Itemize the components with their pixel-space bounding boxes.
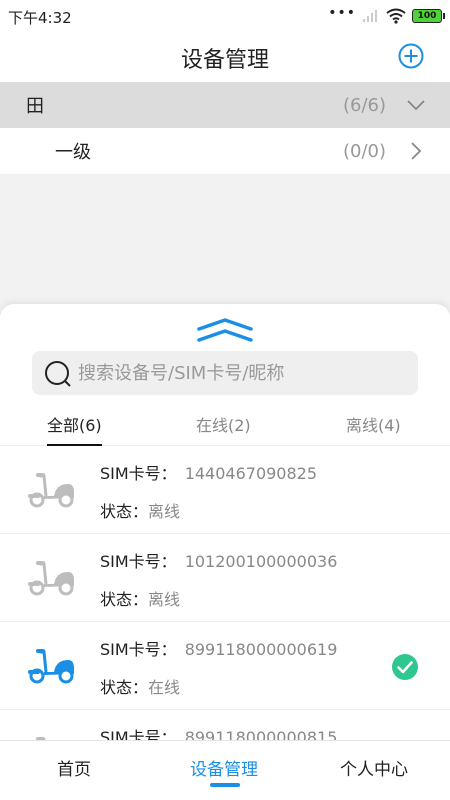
nav-home[interactable]: 首页 (57, 755, 91, 780)
status-bar: 下午4:32 ••• 100 (0, 0, 450, 32)
status-icons: ••• 100 (328, 5, 445, 26)
group-name: 一级 (55, 142, 91, 163)
sim-number: 1440467090825 (184, 464, 318, 483)
tab-offline[interactable]: 离线(4) (346, 412, 401, 446)
search-box[interactable] (32, 351, 418, 395)
empty-area (0, 174, 450, 304)
nav-device-management[interactable]: 设备管理 (190, 755, 258, 780)
tab-label: 全部(6) (47, 416, 102, 435)
filter-tabs: 全部(6) 在线(2) 离线(4) (0, 404, 450, 446)
more-dots-icon: ••• (328, 5, 356, 21)
device-row[interactable]: SIM卡号： 899118000000619 状态：在线 (0, 622, 450, 710)
search-icon (45, 361, 71, 387)
device-list: SIM卡号： 1440467090825 状态：离线 SIM卡号： 10120010… (0, 446, 450, 740)
group-count: (0/0) (342, 140, 386, 162)
tab-label: 在线(2) (196, 416, 251, 435)
sim-number: 899118000000815 (184, 728, 338, 740)
status-time: 下午4:32 (8, 9, 72, 27)
status-line: 状态：在线 (100, 674, 180, 698)
sim-label: SIM卡号： (100, 552, 177, 571)
sim-label: SIM卡号： (100, 640, 177, 659)
nav-active-indicator (210, 783, 240, 787)
device-row[interactable]: SIM卡号： 1440467090825 状态：离线 (0, 446, 450, 534)
device-row[interactable]: SIM卡号： 899118000000815 (0, 710, 450, 740)
sim-line: SIM卡号： 1440467090825 (100, 460, 317, 484)
group-row-root[interactable]: 田 (6/6) (0, 82, 450, 128)
group-count: (6/6) (342, 94, 386, 116)
status-line: 状态：离线 (100, 498, 180, 522)
page-title: 设备管理 (180, 48, 269, 73)
sim-line: SIM卡号： 899118000000619 (100, 636, 337, 660)
device-row[interactable]: SIM卡号： 101200100000036 状态：离线 (0, 534, 450, 622)
scooter-icon (36, 737, 46, 740)
sim-number: 101200100000036 (184, 552, 338, 571)
tab-all[interactable]: 全部(6) (47, 412, 102, 446)
group-row-child[interactable]: 一级 (0/0) (0, 128, 450, 174)
sim-line: SIM卡号： 899118000000815 (100, 724, 337, 740)
sim-label: SIM卡号： (100, 464, 177, 483)
status-value: 在线 (148, 678, 181, 697)
title-bar: 设备管理 (0, 32, 450, 82)
sim-line: SIM卡号： 101200100000036 (100, 548, 337, 572)
expand-up-icon[interactable] (195, 316, 255, 344)
search-input[interactable] (78, 351, 408, 395)
check-circle-icon[interactable] (391, 653, 419, 681)
status-label: 状态： (100, 678, 149, 697)
battery-icon: 100 (412, 9, 445, 23)
status-value: 离线 (148, 502, 181, 521)
status-label: 状态： (100, 590, 149, 609)
signal-icon (363, 10, 377, 22)
bottom-nav: 首页 设备管理 个人中心 (0, 740, 450, 800)
chevron-right-icon (411, 142, 422, 160)
scooter-icon (28, 561, 74, 596)
status-line: 状态：离线 (100, 586, 180, 610)
sim-number: 899118000000619 (184, 640, 338, 659)
wifi-icon (386, 8, 406, 24)
chevron-down-icon (407, 100, 425, 111)
tab-label: 离线(4) (346, 416, 401, 435)
status-value: 离线 (148, 590, 181, 609)
scooter-icon (28, 649, 74, 684)
tab-online[interactable]: 在线(2) (196, 412, 251, 446)
sim-label: SIM卡号： (100, 728, 177, 740)
add-device-button[interactable] (398, 43, 424, 69)
device-sheet: 全部(6) 在线(2) 离线(4) SIM卡号：14 (0, 304, 450, 740)
status-label: 状态： (100, 502, 149, 521)
nav-profile[interactable]: 个人中心 (340, 755, 408, 780)
group-name: 田 (26, 96, 44, 117)
scooter-icon (28, 473, 74, 508)
